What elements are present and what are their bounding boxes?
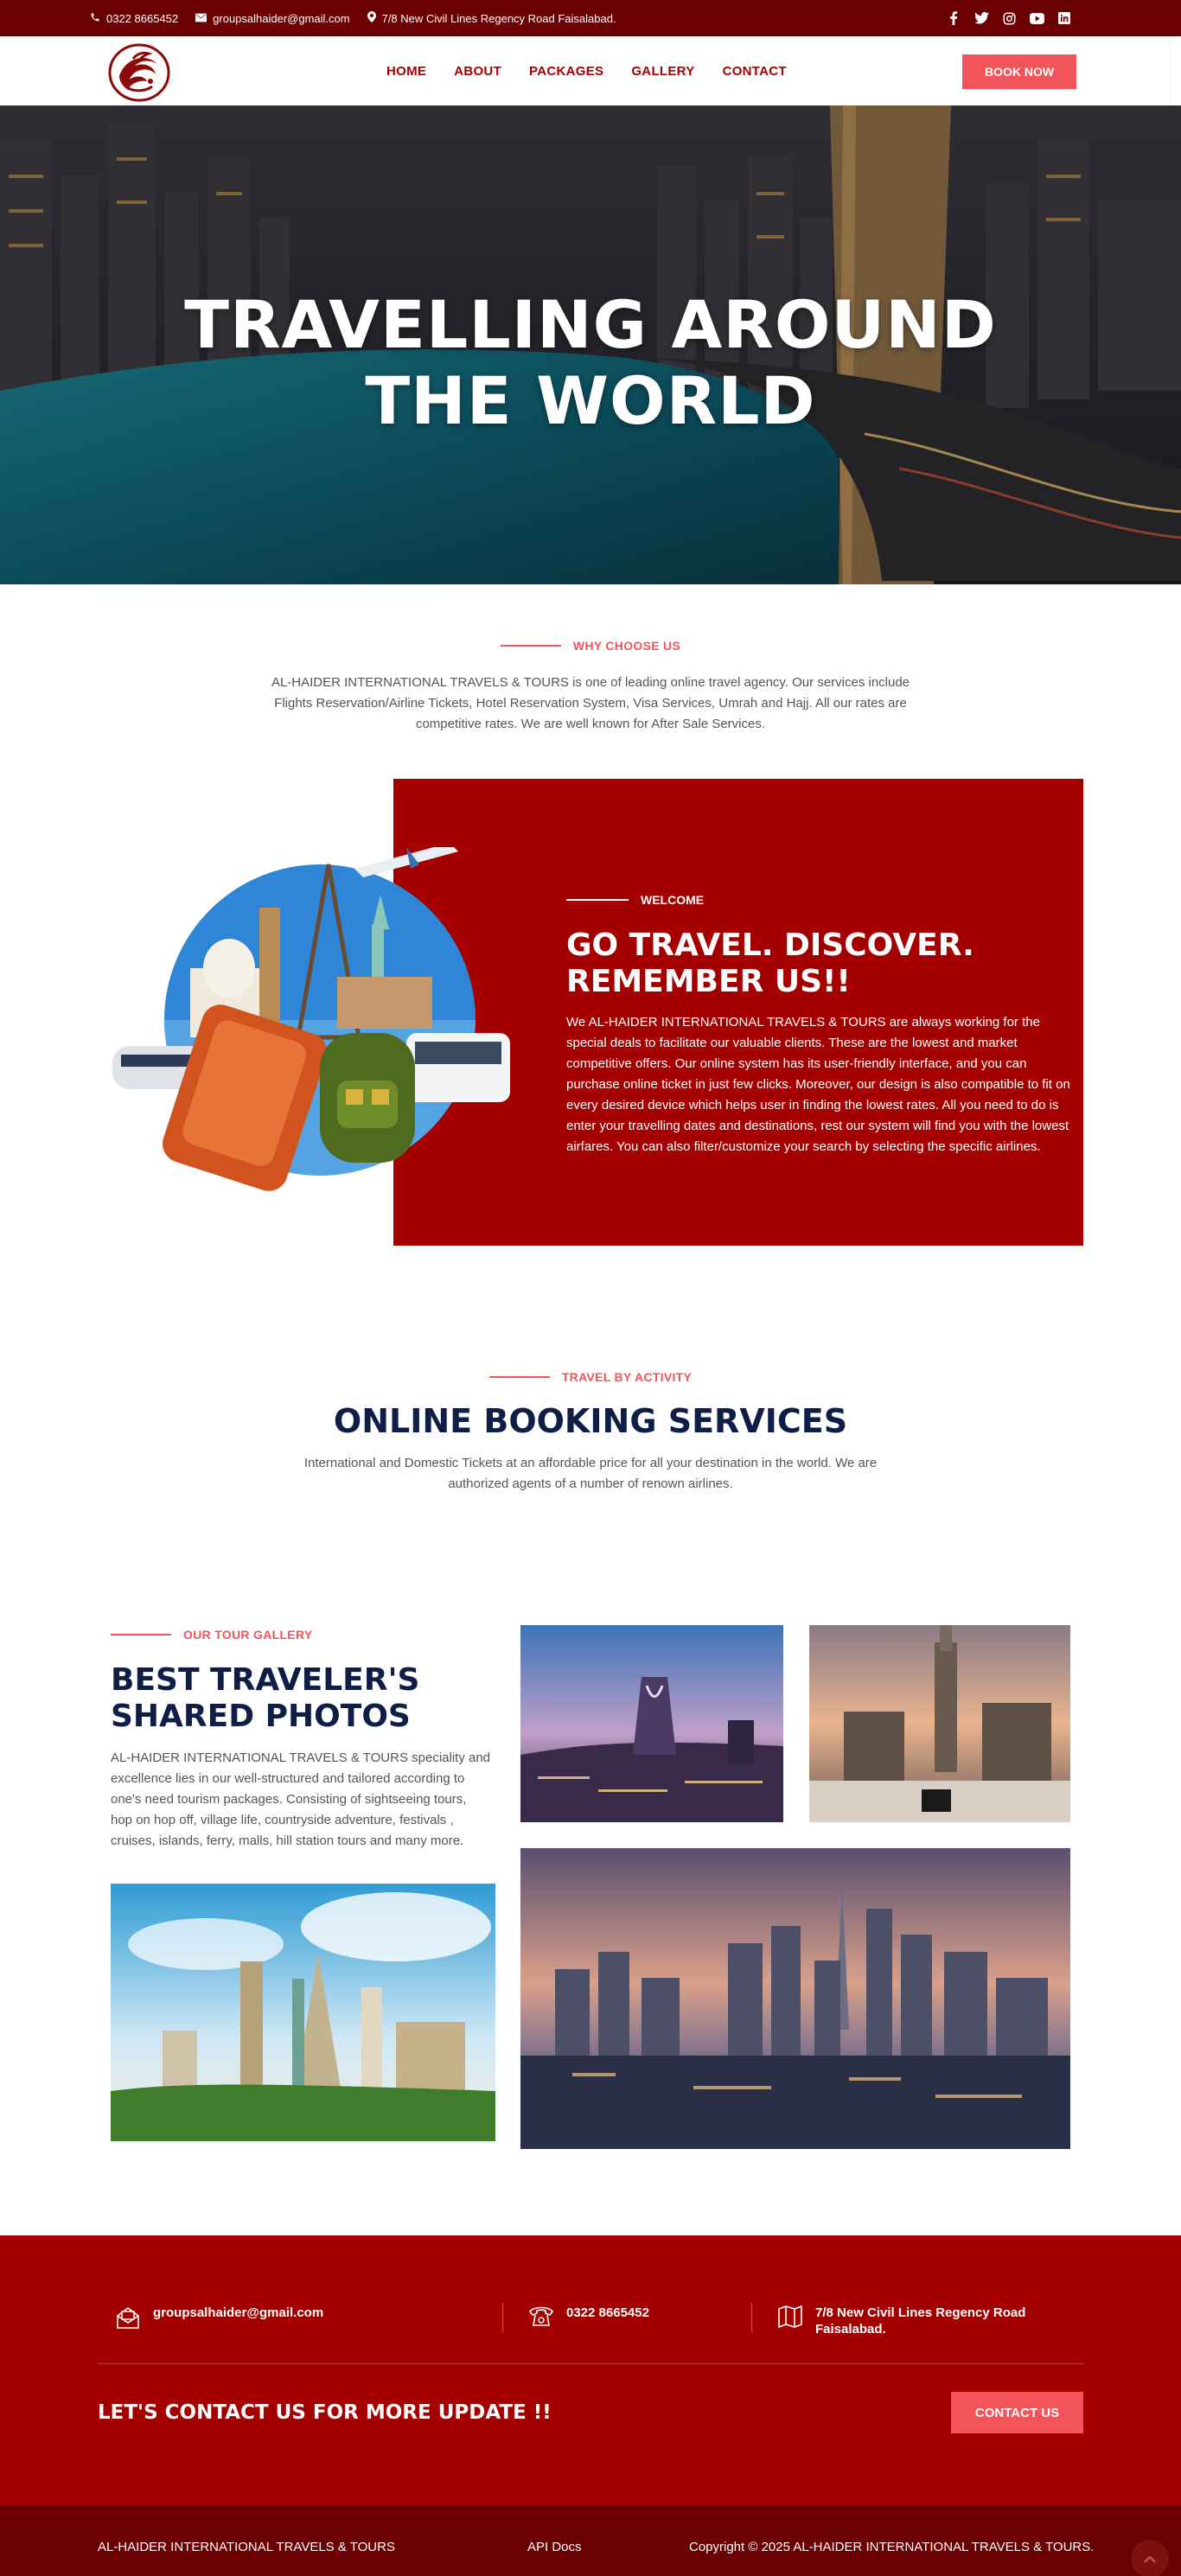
hero-title-line-2: THE WORLD [365,362,816,439]
linkedin-icon[interactable] [1057,10,1072,26]
top-bar: 0322 8665452 groupsalhaider@gmail.com 7/… [0,0,1181,36]
contact-us-button[interactable]: CONTACT US [951,2392,1083,2433]
logo[interactable] [107,41,171,102]
welcome-kicker-label: WELCOME [641,893,705,907]
back-to-top-button[interactable] [1131,2540,1169,2576]
kicker-line [111,1634,171,1636]
footer-divider [502,2303,503,2332]
hero-banner: TRAVELLING AROUND THE WORLD [0,105,1181,584]
instagram-icon[interactable] [1001,10,1017,26]
contact-cta-title: LET'S CONTACT US FOR MORE UPDATE !! [98,2401,552,2424]
top-phone-text: 0322 8665452 [106,11,179,25]
api-docs-link[interactable]: API Docs [527,2540,582,2554]
top-email[interactable]: groupsalhaider@gmail.com [195,11,350,25]
nav-menu: HOME ABOUT PACKAGES GALLERY CONTACT [386,36,787,105]
footer-phone-text: 0322 8665452 [566,2305,649,2320]
bottom-footer: AL-HAIDER INTERNATIONAL TRAVELS & TOURS … [0,2505,1181,2576]
top-address: 7/8 New Civil Lines Regency Road Faisala… [367,11,616,25]
travel-illustration [112,843,510,1193]
chevron-up-icon [1144,2550,1156,2568]
footer-phone[interactable]: 0322 8665452 [528,2305,649,2331]
why-choose-us-text: AL-HAIDER INTERNATIONAL TRAVELS & TOURS … [271,675,910,731]
footer-horizontal-rule [98,2363,1083,2364]
nav-gallery[interactable]: GALLERY [631,64,694,79]
gallery-title-line-2: SHARED PHOTOS [111,1699,411,1734]
welcome-text: We AL-HAIDER INTERNATIONAL TRAVELS & TOU… [566,1015,1070,1154]
facebook-icon[interactable] [946,10,961,26]
hero-title: TRAVELLING AROUND THE WORLD [0,287,1181,439]
top-address-text: 7/8 New Civil Lines Regency Road Faisala… [381,11,616,25]
gallery-title: BEST TRAVELER'S SHARED PHOTOS [111,1662,491,1735]
nav-packages[interactable]: PACKAGES [529,64,603,79]
booking-kicker-label: TRAVEL BY ACTIVITY [561,1370,693,1384]
copyright-text: Copyright © 2025 AL-HAIDER INTERNATIONAL… [689,2540,1095,2554]
gallery-photo-dubai[interactable] [520,1848,1070,2149]
booking-text: International and Domestic Tickets at an… [303,1456,878,1491]
travel-by-activity-kicker: TRAVEL BY ACTIVITY [0,1370,1181,1384]
gallery-kicker-label: OUR TOUR GALLERY [183,1628,313,1642]
top-email-text: groupsalhaider@gmail.com [213,11,350,25]
nav-home[interactable]: HOME [386,64,426,79]
welcome-title: GO TRAVEL. DISCOVER. REMEMBER US!! [566,928,1016,1000]
footer-email-text: groupsalhaider@gmail.com [153,2305,324,2320]
nav-about[interactable]: ABOUT [454,64,501,79]
book-now-button[interactable]: BOOK NOW [962,54,1076,89]
gallery-photo-makkah[interactable] [809,1625,1070,1822]
social-links [946,0,1072,36]
footer-contact-band: groupsalhaider@gmail.com 0322 8665452 7/… [0,2235,1181,2505]
why-choose-us-kicker: WHY CHOOSE US [0,639,1181,653]
top-contacts: 0322 8665452 groupsalhaider@gmail.com 7/… [90,0,616,36]
footer-address-line-2: Faisalabad. [815,2322,886,2337]
footer-address: 7/8 New Civil Lines Regency Road Faisala… [777,2305,1025,2337]
map-pin-icon [367,11,376,25]
welcome-title-line-1: GO TRAVEL. DISCOVER. [566,928,974,963]
youtube-icon[interactable] [1029,10,1044,26]
twitter-icon[interactable] [974,10,989,26]
telephone-icon [528,2305,554,2331]
kicker-line [566,899,629,901]
footer-company-name: AL-HAIDER INTERNATIONAL TRAVELS & TOURS [98,2540,395,2554]
welcome-kicker: WELCOME [566,893,704,907]
gallery-text: AL-HAIDER INTERNATIONAL TRAVELS & TOURS … [111,1750,491,1848]
nav-contact[interactable]: CONTACT [723,64,787,79]
envelope-icon [195,12,207,25]
main-navbar: HOME ABOUT PACKAGES GALLERY CONTACT BOOK… [0,36,1169,105]
map-icon [777,2305,803,2333]
gallery-kicker: OUR TOUR GALLERY [111,1628,312,1642]
footer-email[interactable]: groupsalhaider@gmail.com [115,2305,323,2335]
gallery-title-line-1: BEST TRAVELER'S [111,1662,420,1698]
gallery-photo-riyadh[interactable] [520,1625,783,1822]
kicker-line [500,645,561,647]
top-phone[interactable]: 0322 8665452 [90,12,178,25]
booking-title: ONLINE BOOKING SERVICES [333,1402,848,1440]
gallery-photo-world-landmarks[interactable] [111,1884,495,2141]
footer-address-text: 7/8 New Civil Lines Regency Road Faisala… [815,2305,1025,2337]
kicker-line [488,1376,550,1378]
footer-divider [751,2303,752,2332]
welcome-title-line-2: REMEMBER US!! [566,964,851,999]
envelope-icon [115,2305,141,2335]
why-kicker-label: WHY CHOOSE US [572,639,681,653]
hero-title-line-1: TRAVELLING AROUND [184,286,997,363]
footer-address-line-1: 7/8 New Civil Lines Regency Road [815,2305,1026,2320]
phone-icon [90,12,100,25]
